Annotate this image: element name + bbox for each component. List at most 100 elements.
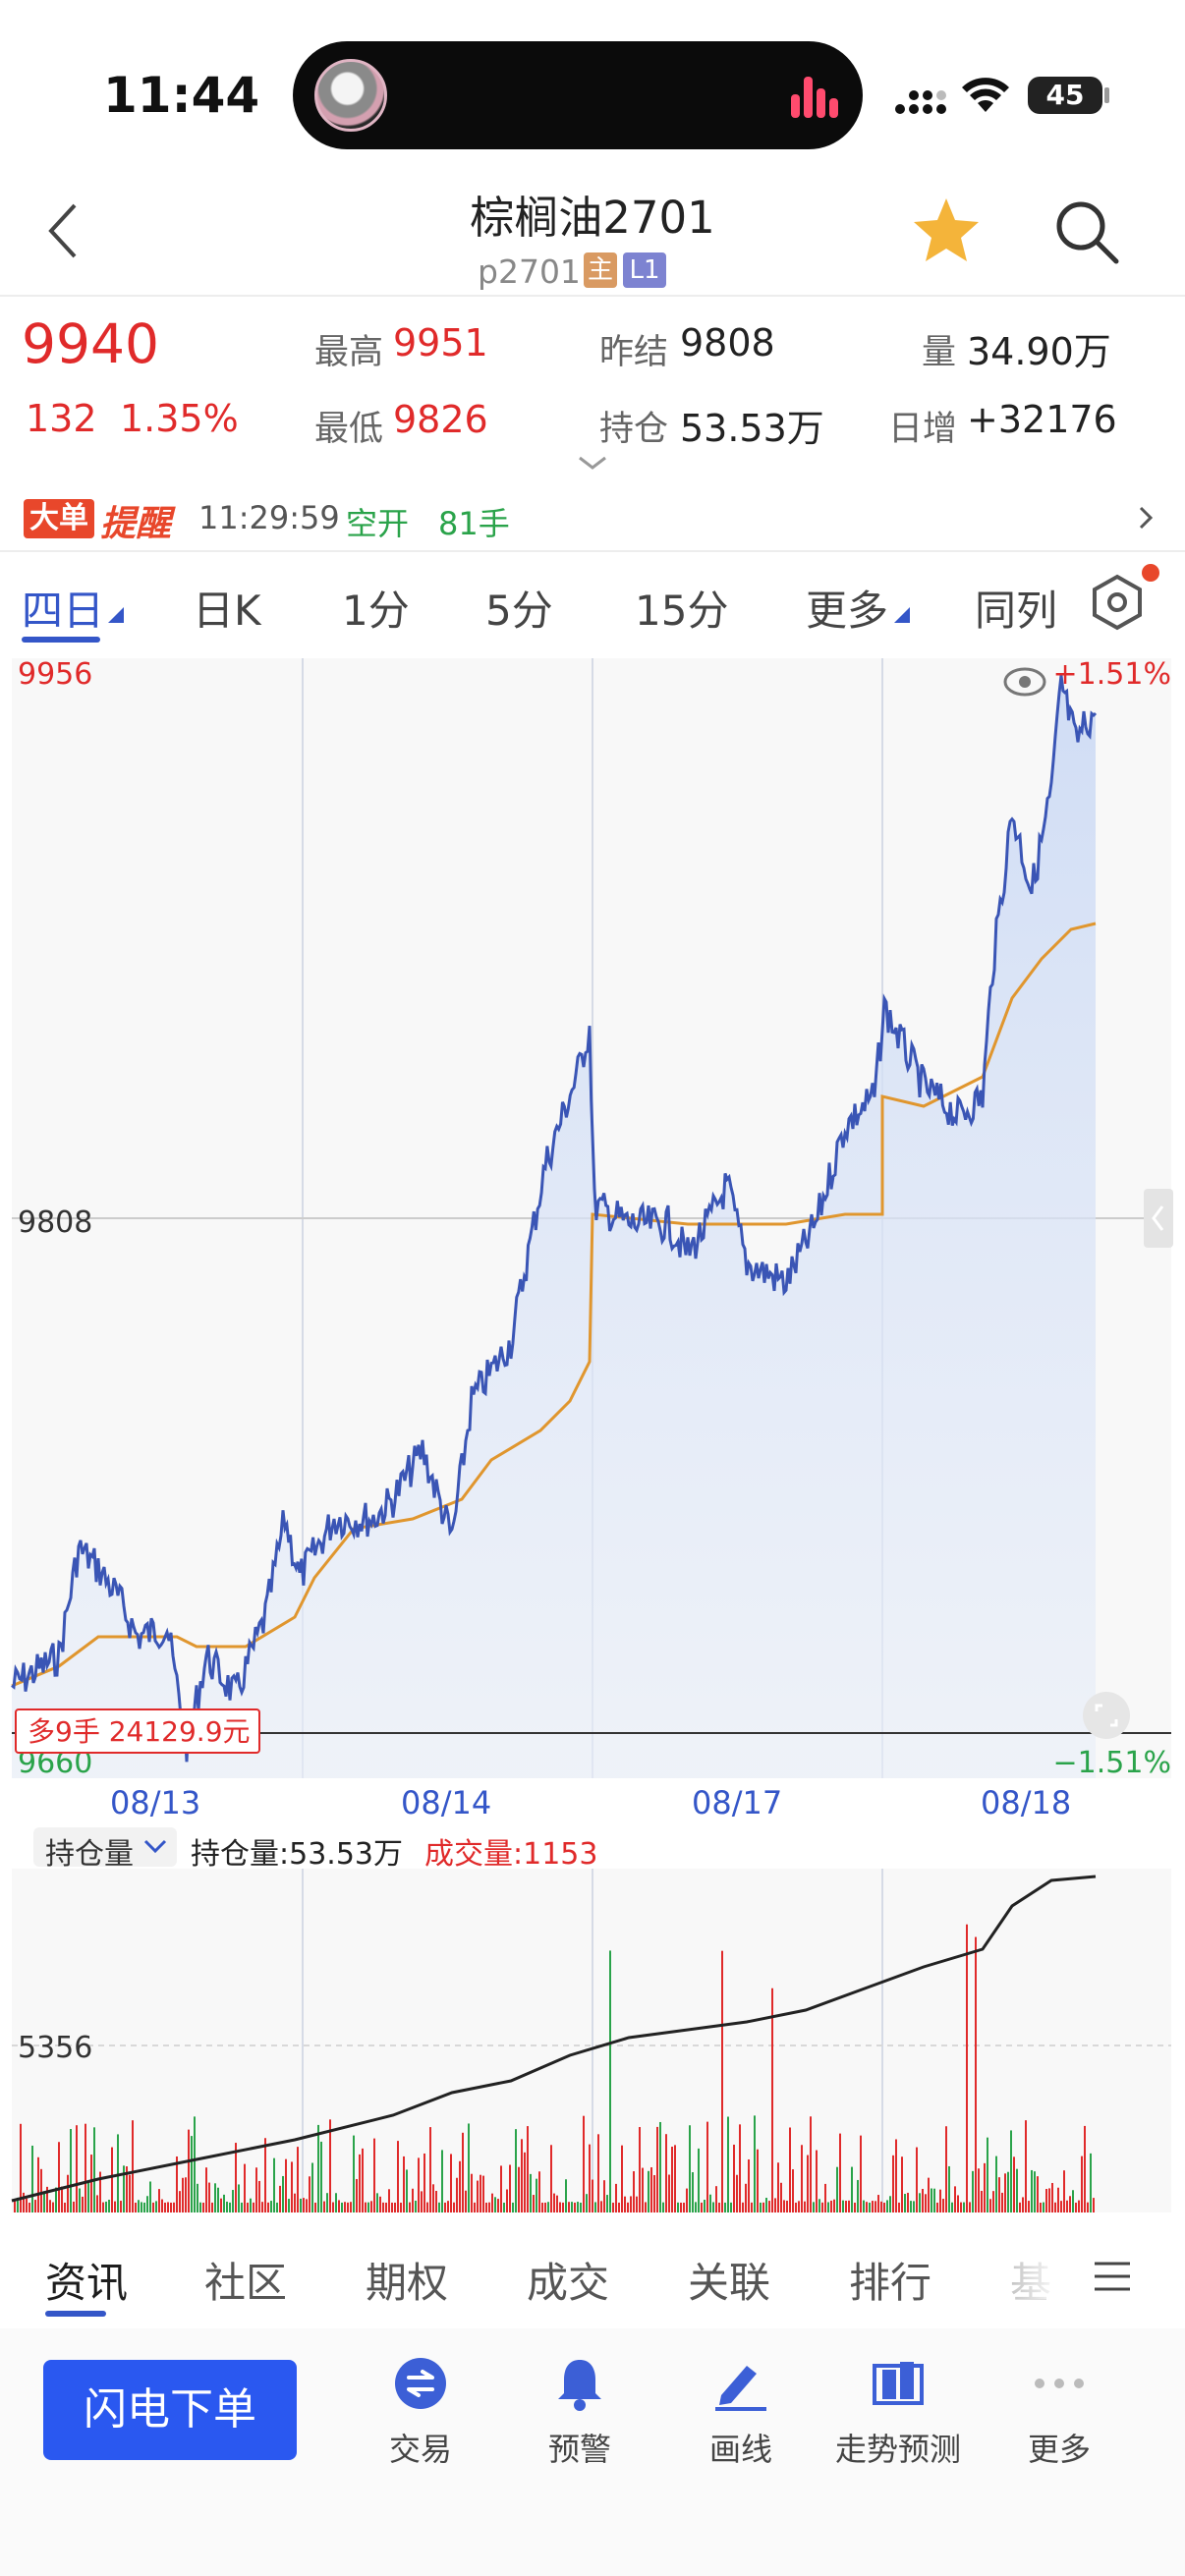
draw-line-label[interactable]: 画线 xyxy=(662,2425,819,2470)
tab-same-series[interactable]: 同列 xyxy=(975,578,1057,638)
wifi-icon xyxy=(962,78,1009,112)
volume-bar xyxy=(26,2198,28,2212)
trend-forecast-icon[interactable] xyxy=(869,2356,928,2413)
chevron-right-icon[interactable] xyxy=(1138,505,1154,531)
expand-chevron-icon[interactable] xyxy=(578,456,607,472)
flash-order-button[interactable]: 闪电下单 xyxy=(43,2360,297,2460)
tab-5min[interactable]: 5分 xyxy=(485,578,553,638)
menu-icon[interactable] xyxy=(1093,2260,1132,2293)
date-label: 08/17 xyxy=(692,1784,783,1821)
volume-bar xyxy=(338,2200,340,2212)
volume-bar xyxy=(164,2202,166,2212)
settings-hexagon-icon[interactable] xyxy=(1089,574,1146,631)
low-value: 9826 xyxy=(393,398,488,441)
volume-bar xyxy=(488,2202,490,2212)
volume-bar xyxy=(801,2145,803,2212)
bell-icon[interactable] xyxy=(552,2356,607,2413)
tab-four-day[interactable]: 四日 xyxy=(22,578,104,638)
volume-bar xyxy=(52,2202,54,2212)
volume-bar xyxy=(491,2193,493,2212)
volume-bar xyxy=(323,2201,325,2212)
volume-bar xyxy=(311,2162,313,2212)
volume-bar xyxy=(659,2121,661,2212)
volume-bar xyxy=(848,2200,850,2212)
volume-bar xyxy=(341,2202,343,2212)
volume-bar xyxy=(895,2139,897,2212)
trade-icon[interactable] xyxy=(393,2356,448,2411)
volume-bar xyxy=(960,2202,962,2212)
volume-bar xyxy=(833,2199,835,2212)
volume-bar xyxy=(671,2147,673,2212)
volume-bar xyxy=(754,2115,756,2212)
volume-bar xyxy=(527,2126,529,2212)
dynamic-island xyxy=(293,41,863,149)
volume-bar xyxy=(367,2202,369,2212)
more-dots-icon[interactable] xyxy=(1032,2356,1087,2411)
volume-bar xyxy=(724,2202,726,2212)
volume-bar xyxy=(235,2143,237,2212)
fullscreen-icon[interactable] xyxy=(1083,1692,1130,1739)
tab-related[interactable]: 关联 xyxy=(688,2250,770,2310)
volume-bar xyxy=(524,2152,526,2212)
tab-more[interactable]: 更多 xyxy=(806,578,888,638)
trade-label[interactable]: 交易 xyxy=(342,2425,499,2470)
prev-settle-value: 9808 xyxy=(680,321,775,364)
volume-bar xyxy=(845,2201,847,2212)
tab-news[interactable]: 资讯 xyxy=(45,2250,128,2310)
volume-bar xyxy=(270,2201,272,2212)
volume-bar xyxy=(966,1924,968,2212)
tab-daily-k[interactable]: 日K xyxy=(193,578,261,638)
volume-bar xyxy=(279,2185,281,2212)
volume-bar xyxy=(860,2135,862,2212)
volume-bar xyxy=(995,2156,997,2212)
volume-bar xyxy=(1016,2168,1018,2212)
volume-bar xyxy=(258,2180,260,2212)
volume-bar xyxy=(1069,2196,1071,2212)
alert-title: 提醒 xyxy=(100,504,172,544)
volume-bar xyxy=(818,2199,820,2212)
volume-bar xyxy=(701,2202,703,2212)
battery-cap xyxy=(1104,87,1109,103)
tab-ranking[interactable]: 排行 xyxy=(849,2250,931,2310)
favorite-star-icon[interactable] xyxy=(912,196,981,263)
alert-action: 空开 xyxy=(346,505,410,542)
volume-bar xyxy=(241,2202,243,2212)
last-price: 9940 xyxy=(22,312,159,375)
tab-community[interactable]: 社区 xyxy=(204,2250,287,2310)
side-drawer-handle[interactable] xyxy=(1144,1189,1173,1248)
volume-bar xyxy=(577,2202,579,2212)
volume-bar xyxy=(146,2196,148,2212)
volume-bar xyxy=(745,2183,747,2212)
volume-bar xyxy=(314,2202,316,2212)
volume-bar xyxy=(199,2202,201,2212)
volume-bar xyxy=(120,2201,122,2212)
volume-bar xyxy=(108,2200,110,2212)
tab-15min[interactable]: 15分 xyxy=(635,578,728,638)
volume-bar xyxy=(58,2142,60,2212)
volume-bar xyxy=(792,2169,794,2212)
volume-bar xyxy=(530,2173,532,2212)
volume-chart[interactable]: 5356 xyxy=(0,1835,1185,2220)
volume-bar xyxy=(827,2202,829,2212)
volume-bar xyxy=(179,2191,181,2212)
search-icon[interactable] xyxy=(1053,198,1122,267)
tab-trades[interactable]: 成交 xyxy=(527,2250,609,2310)
more-label[interactable]: 更多 xyxy=(981,2425,1138,2470)
alert-label[interactable]: 预警 xyxy=(501,2425,658,2470)
tab-1min[interactable]: 1分 xyxy=(342,578,410,638)
trend-forecast-label[interactable]: 走势预测 xyxy=(819,2425,977,2470)
page-title: 棕榈油2701 xyxy=(470,192,715,244)
draw-line-icon[interactable] xyxy=(711,2356,770,2413)
volume-bar xyxy=(173,2202,175,2212)
high-label: 最高 xyxy=(314,333,384,372)
volume-bar xyxy=(238,2184,240,2212)
volume-bar xyxy=(992,2191,994,2212)
volume-bar xyxy=(412,2188,414,2212)
volume-bar xyxy=(285,2158,287,2212)
price-chart[interactable]: 9956 9808 9660 +1.51% −1.51% 多9手 24129.9… xyxy=(0,654,1185,1784)
big-order-alert-row[interactable] xyxy=(0,485,1185,550)
volume-bar xyxy=(804,2201,806,2212)
tab-options[interactable]: 期权 xyxy=(366,2250,448,2310)
volume-bar xyxy=(948,2165,950,2212)
volume-bar xyxy=(64,2202,66,2212)
